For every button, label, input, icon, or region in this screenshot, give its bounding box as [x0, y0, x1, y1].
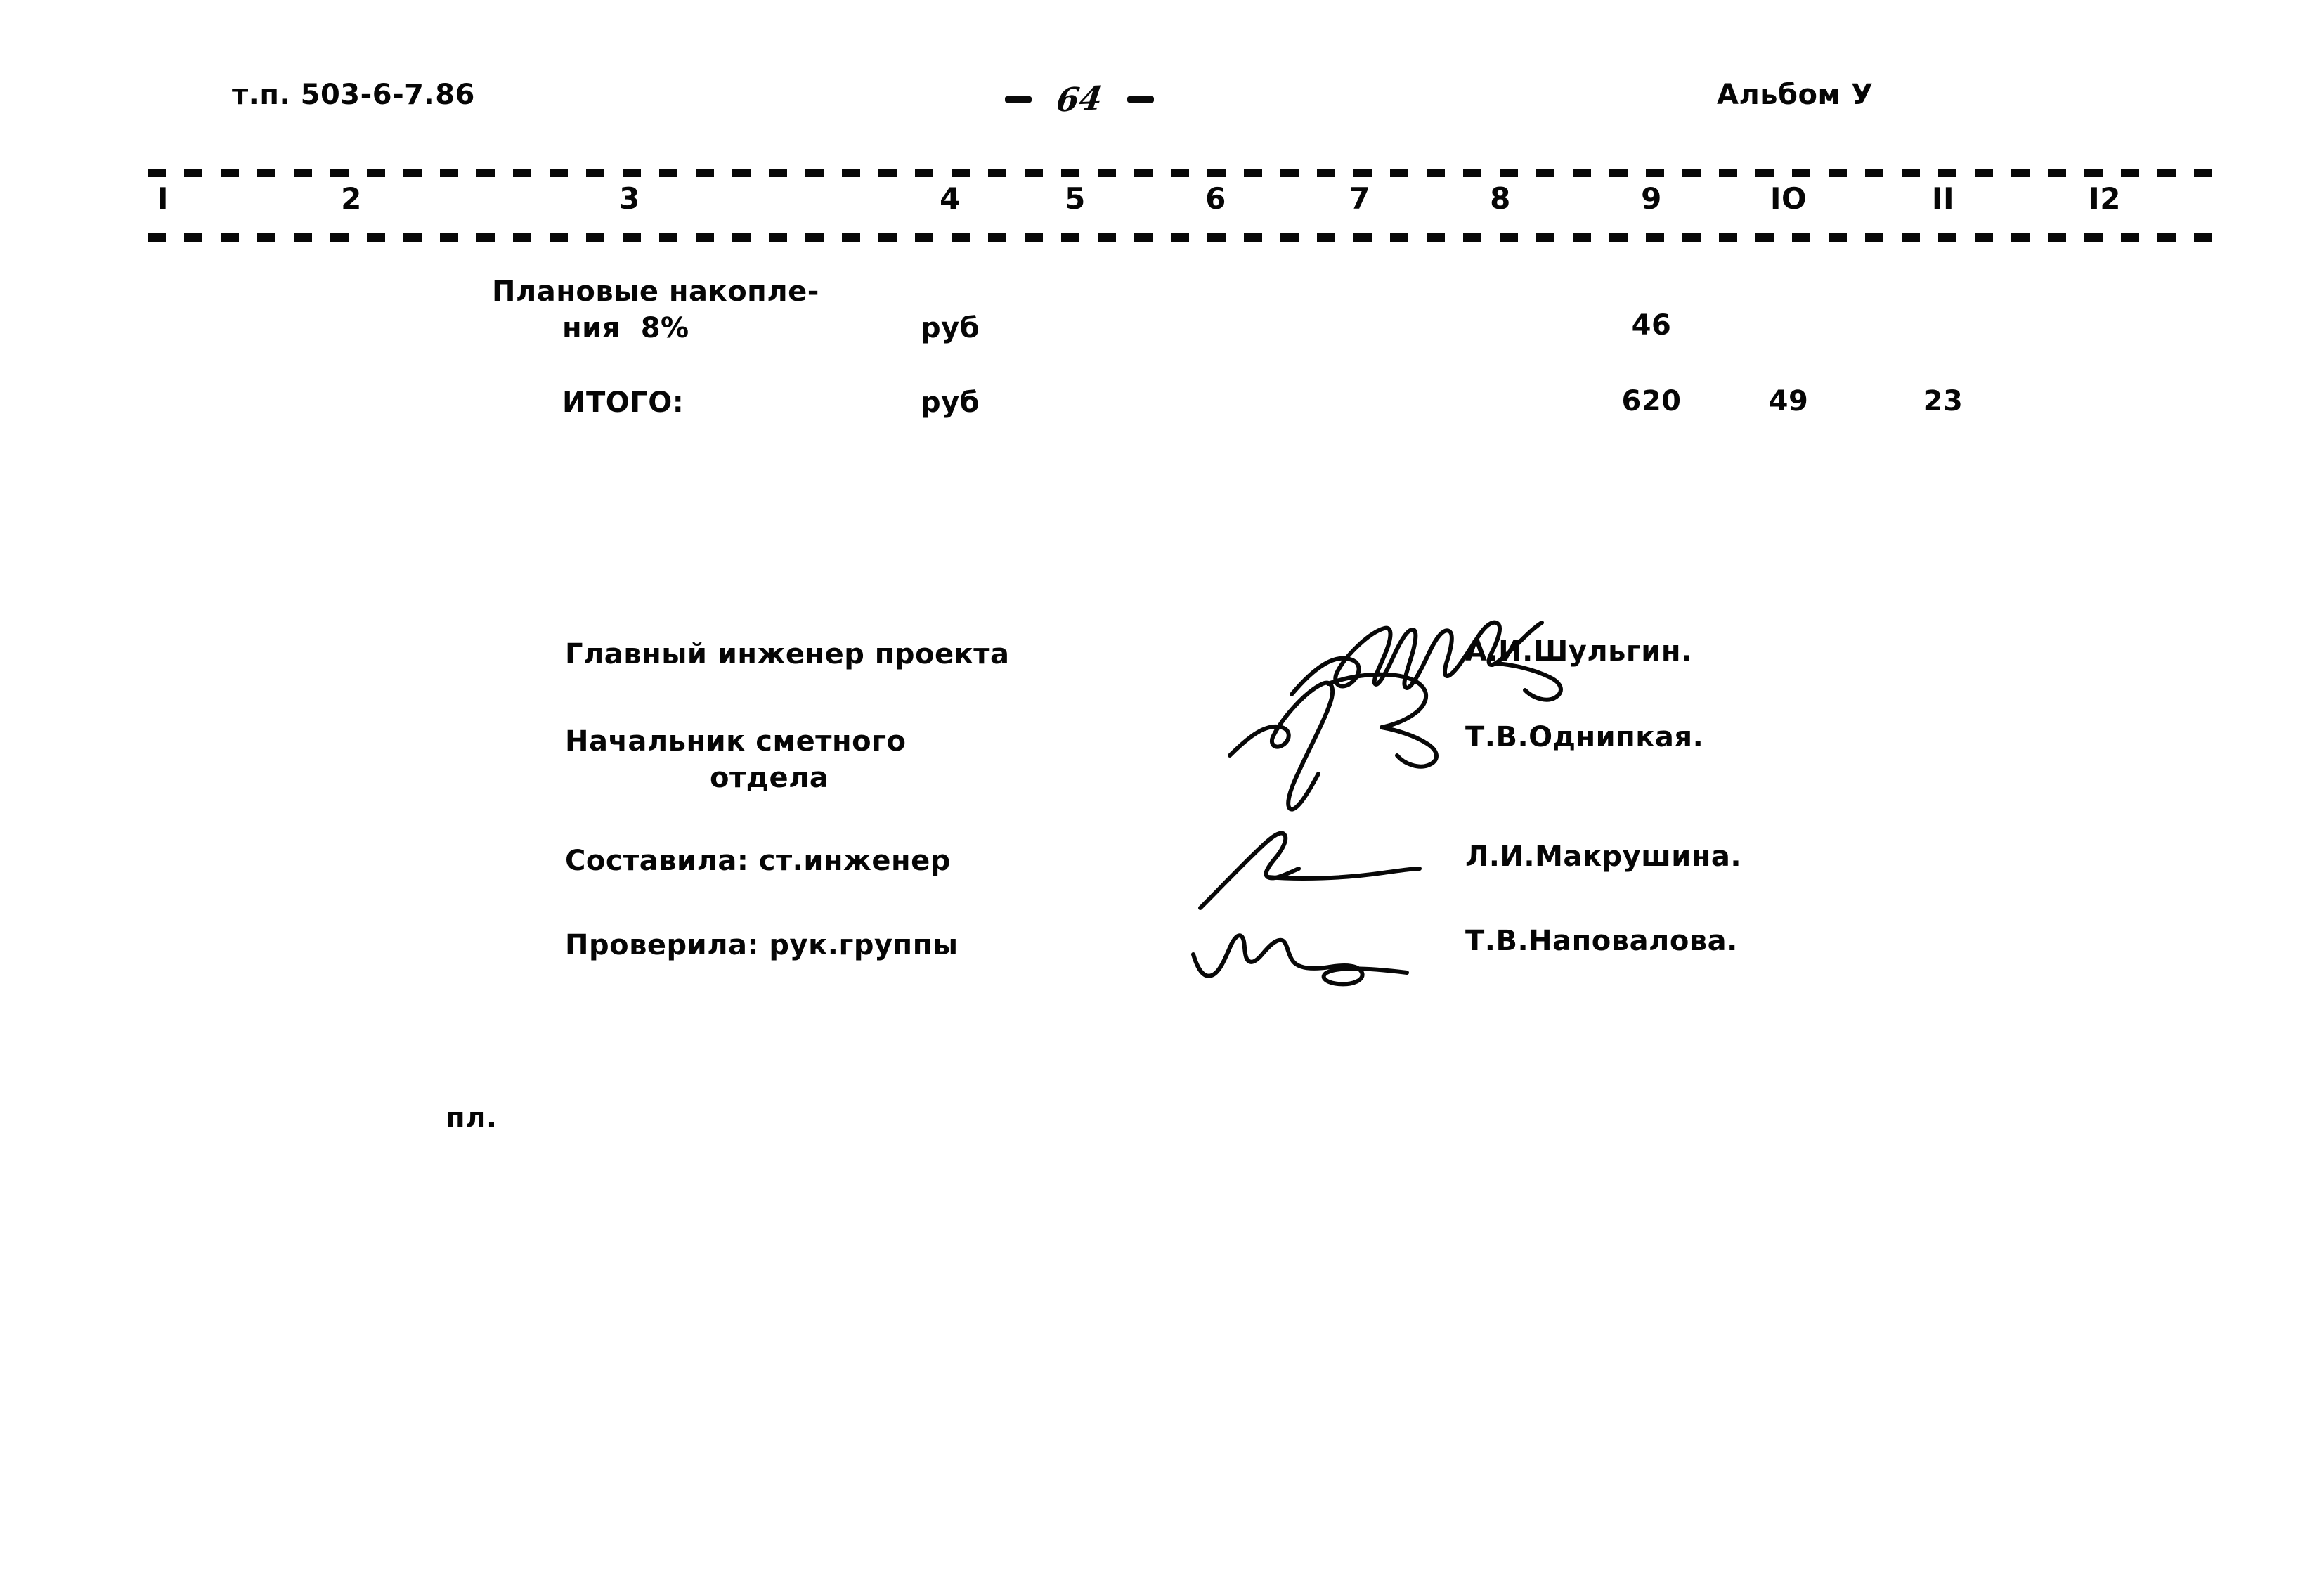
signature-role-line2: отдела [710, 762, 829, 794]
handwritten-signature-1 [1286, 618, 1581, 724]
document-code: т.п. 503-6-7.86 [232, 79, 475, 111]
table-rule-top [148, 169, 2228, 177]
row-name-line1: Плановые накопле- [492, 275, 819, 308]
column-number-5: 5 [1065, 181, 1086, 216]
column-number-12: I2 [2089, 181, 2121, 216]
scanned-document-page: т.п. 503-6-7.86 64 Альбом У I 2 3 4 5 6 … [0, 0, 2324, 1577]
row-unit: руб [921, 387, 980, 419]
row-value-col10: 49 [1768, 385, 1809, 417]
table-rule-bottom [148, 233, 2228, 242]
signature-role: Проверила: рук.группы [565, 929, 959, 961]
column-number-8: 8 [1490, 181, 1511, 216]
signature-role: Начальник сметного [565, 725, 907, 758]
signature-name: А.И.Шульгин. [1465, 635, 1692, 668]
signature-name: Л.И.Макрушина. [1465, 841, 1742, 873]
handwritten-signature-4 [1188, 914, 1441, 1005]
column-number-6: 6 [1205, 181, 1226, 216]
column-number-1: I [157, 181, 169, 216]
column-number-2: 2 [341, 181, 362, 216]
column-number-7: 7 [1349, 181, 1370, 216]
row-value-col11: 23 [1923, 385, 1963, 417]
row-value-col9: 46 [1631, 309, 1672, 342]
row-name-line2: ния 8% [562, 312, 689, 344]
row-value-col9: 620 [1621, 385, 1682, 417]
table-column-numbers: I 2 3 4 5 6 7 8 9 IO II I2 [0, 181, 2324, 226]
row-name-line1: ИТОГО: [562, 387, 684, 419]
album-label: Альбом У [1717, 79, 1874, 111]
column-number-9: 9 [1641, 181, 1662, 216]
handwritten-signature-3 [1195, 815, 1448, 914]
column-number-10: IO [1770, 181, 1807, 216]
row-unit: руб [921, 312, 980, 344]
column-number-3: 3 [619, 181, 640, 216]
signature-name: Т.В.Однипкая. [1465, 721, 1704, 753]
signature-name: Т.В.Наповалова. [1465, 925, 1738, 957]
page-number: 64 [1054, 79, 1105, 119]
signature-role: Составила: ст.инженер [565, 845, 951, 877]
column-number-11: II [1931, 181, 1955, 216]
page-number-group: 64 [1005, 79, 1155, 119]
signature-role: Главный инженер проекта [565, 638, 1010, 670]
page-number-dash-left-icon [1005, 96, 1032, 103]
footer-mark: пл. [446, 1102, 498, 1134]
page-number-dash-right-icon [1127, 96, 1155, 103]
column-number-4: 4 [940, 181, 961, 216]
